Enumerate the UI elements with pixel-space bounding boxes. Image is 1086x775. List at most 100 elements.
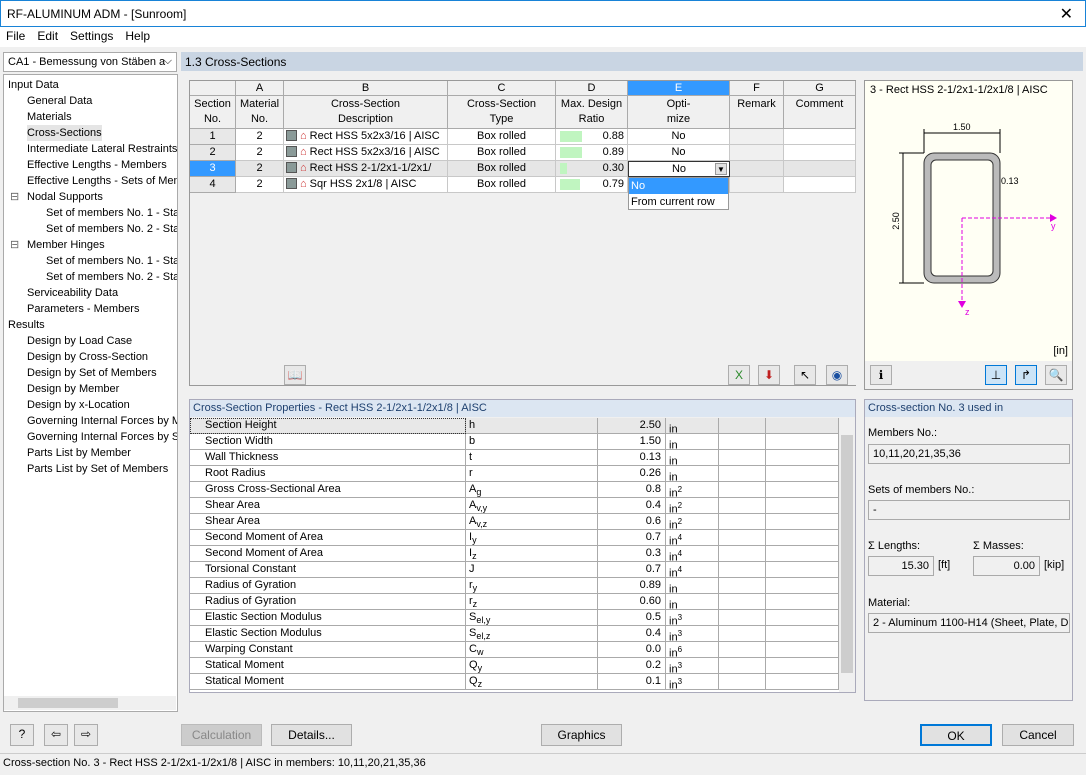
import-button[interactable]: ⬇ — [758, 365, 780, 385]
help-button[interactable]: ? — [10, 724, 34, 746]
tree-item[interactable]: Intermediate Lateral Restraints — [27, 141, 177, 157]
dropdown-option[interactable]: No — [629, 178, 728, 194]
menu-edit[interactable]: Edit — [31, 27, 64, 43]
previous-button[interactable]: ⇦ — [44, 724, 68, 746]
row-number[interactable]: 3 — [190, 161, 236, 177]
remark-cell[interactable] — [730, 145, 784, 161]
comment-cell[interactable] — [784, 129, 856, 145]
details-button[interactable]: Details... — [271, 724, 352, 746]
cross-section-type[interactable]: Box rolled — [448, 145, 556, 161]
property-symbol: Qy — [466, 658, 598, 674]
material-no[interactable]: 2 — [236, 161, 284, 177]
tree-item[interactable]: Effective Lengths - Sets of Mem — [27, 173, 177, 189]
excel-export-button[interactable]: X — [728, 365, 750, 385]
property-extra — [719, 658, 766, 674]
comment-cell[interactable] — [784, 145, 856, 161]
axes-button[interactable]: ↱ — [1015, 365, 1037, 385]
cross-section-type[interactable]: Box rolled — [448, 161, 556, 177]
tree-item[interactable]: Governing Internal Forces by M — [27, 413, 177, 429]
property-extra — [719, 562, 766, 578]
dropdown-option[interactable]: From current row — [629, 194, 728, 210]
property-extra — [719, 434, 766, 450]
info-button[interactable]: ℹ — [870, 365, 892, 385]
tree-item[interactable]: Set of members No. 2 - Sta — [46, 269, 177, 285]
remark-cell[interactable] — [730, 129, 784, 145]
tree-item[interactable]: Design by Set of Members — [27, 365, 157, 381]
tree-horizontal-scrollbar[interactable] — [4, 696, 176, 710]
property-symbol: Ag — [466, 482, 598, 498]
optimize-cell[interactable]: No — [628, 145, 730, 161]
unit-exponent: 4 — [677, 565, 683, 574]
symbol-main: Q — [469, 659, 478, 671]
description-text: Rect HSS 2-1/2x1-1/2x1/ — [309, 162, 432, 174]
library-button[interactable]: 📖 — [284, 365, 306, 385]
dimension-button[interactable]: ⊥ — [985, 365, 1007, 385]
comment-cell[interactable] — [784, 161, 856, 177]
tree-item[interactable]: Set of members No. 1 - Sta — [46, 253, 177, 269]
properties-scrollbar[interactable] — [839, 418, 855, 692]
tree-item[interactable]: Parameters - Members — [27, 301, 139, 317]
optimize-cell[interactable]: No — [628, 129, 730, 145]
tree-item[interactable]: Serviceability Data — [27, 285, 118, 301]
cross-section-description[interactable]: ⌂ Rect HSS 5x2x3/16 | AISC — [284, 129, 448, 145]
tree-item[interactable]: Member Hinges — [27, 237, 105, 253]
tree-item[interactable]: Input Data — [8, 77, 59, 93]
cancel-button[interactable]: Cancel — [1002, 724, 1074, 746]
property-unit: in6 — [666, 642, 719, 660]
tree-item[interactable]: Cross-Sections — [27, 125, 102, 141]
cross-section-description[interactable]: ⌂ Rect HSS 2-1/2x1-1/2x1/ — [284, 161, 448, 177]
load-case-select[interactable]: CA1 - Bemessung von Stäben a ⌵ — [3, 52, 177, 72]
zoom-button[interactable]: 🔍 — [1045, 365, 1067, 385]
menu-file[interactable]: File — [0, 27, 31, 43]
property-extra — [766, 434, 839, 450]
menu-help[interactable]: Help — [119, 27, 156, 43]
tree-item[interactable]: Parts List by Member — [27, 445, 131, 461]
calculation-button[interactable]: Calculation — [181, 724, 262, 746]
view-button[interactable]: ◉ — [826, 365, 848, 385]
graphics-button[interactable]: Graphics — [541, 724, 622, 746]
next-button[interactable]: ⇨ — [74, 724, 98, 746]
material-no[interactable]: 2 — [236, 129, 284, 145]
ok-button[interactable]: OK — [920, 724, 992, 746]
comment-cell[interactable] — [784, 177, 856, 193]
row-number[interactable]: 1 — [190, 129, 236, 145]
cross-section-type[interactable]: Box rolled — [448, 129, 556, 145]
property-extra — [766, 514, 839, 530]
description-text: Sqr HSS 2x1/8 | AISC — [309, 178, 417, 190]
tree-item[interactable]: Results — [8, 317, 45, 333]
material-no[interactable]: 2 — [236, 145, 284, 161]
property-name: Second Moment of Area — [190, 530, 466, 546]
column-header: Cross-Section Type — [448, 96, 556, 129]
remark-cell[interactable] — [730, 161, 784, 177]
tree-item[interactable]: Governing Internal Forces by S — [27, 429, 177, 445]
tree-item[interactable]: Nodal Supports — [27, 189, 103, 205]
close-icon[interactable]: ✕ — [1060, 4, 1073, 24]
tree-item[interactable]: Design by Member — [27, 381, 119, 397]
row-number[interactable]: 4 — [190, 177, 236, 193]
tree-item[interactable]: Design by x-Location — [27, 397, 130, 413]
tree-item[interactable]: Parts List by Set of Members — [27, 461, 168, 477]
property-value: 0.0 — [598, 642, 666, 658]
tree-item[interactable]: Materials — [27, 109, 72, 125]
dropdown-arrow-icon[interactable]: ▼ — [715, 163, 727, 175]
tree-item[interactable]: Set of members No. 1 - Sta — [46, 205, 177, 221]
cross-section-type[interactable]: Box rolled — [448, 177, 556, 193]
expander-icon[interactable]: ⊟ — [10, 237, 19, 253]
property-symbol: Sel,y — [466, 610, 598, 626]
cross-section-description[interactable]: ⌂ Rect HSS 5x2x3/16 | AISC — [284, 145, 448, 161]
property-extra — [766, 642, 839, 658]
tree-item[interactable]: General Data — [27, 93, 92, 109]
remark-cell[interactable] — [730, 177, 784, 193]
menu-settings[interactable]: Settings — [64, 27, 119, 43]
tree-item[interactable]: Design by Cross-Section — [27, 349, 148, 365]
expander-icon[interactable]: ⊟ — [10, 189, 19, 205]
tree-item[interactable]: Effective Lengths - Members — [27, 157, 167, 173]
load-case-value: CA1 - Bemessung von Stäben a — [8, 56, 166, 68]
material-no[interactable]: 2 — [236, 177, 284, 193]
cross-section-description[interactable]: ⌂ Sqr HSS 2x1/8 | AISC — [284, 177, 448, 193]
tree-item[interactable]: Design by Load Case — [27, 333, 132, 349]
tree-item[interactable]: Set of members No. 2 - Sta — [46, 221, 177, 237]
symbol-main: J — [469, 563, 475, 575]
pick-button[interactable]: ↖ — [794, 365, 816, 385]
row-number[interactable]: 2 — [190, 145, 236, 161]
